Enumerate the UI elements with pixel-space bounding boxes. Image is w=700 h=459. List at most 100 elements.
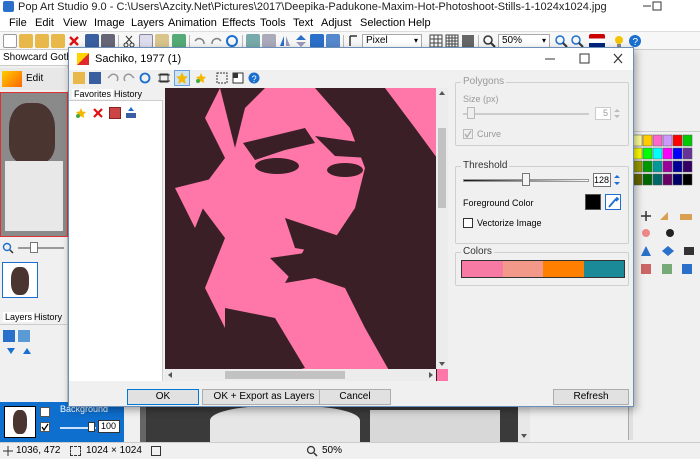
color-palette[interactable] (632, 134, 696, 192)
palette-color-cell[interactable] (672, 173, 683, 186)
menu-effects[interactable]: Effects (222, 17, 255, 29)
move-down-icon[interactable] (6, 346, 16, 356)
color-swatch-2[interactable] (502, 261, 543, 277)
vectorize-checkbox[interactable] (463, 218, 473, 228)
polygon-size-slider[interactable] (463, 113, 589, 115)
crop-icon[interactable] (246, 34, 260, 48)
palette-color-cell[interactable] (632, 173, 643, 186)
tab-dialog-history[interactable]: History (114, 89, 142, 99)
maximize-icon[interactable] (650, 0, 664, 12)
dialog-redo-icon[interactable] (123, 72, 135, 84)
grid-fine-icon[interactable] (461, 34, 475, 48)
color-swatch-3[interactable] (543, 261, 584, 277)
palette-color-cell[interactable] (632, 147, 643, 160)
polygon-size-spinner[interactable] (613, 107, 621, 120)
dialog-refresh-icon[interactable] (139, 72, 151, 84)
edit-button[interactable]: Edit (0, 68, 68, 90)
palette-color-cell[interactable] (632, 134, 643, 147)
undo-icon[interactable] (193, 34, 207, 48)
refresh-icon[interactable] (225, 34, 239, 48)
redo-icon[interactable] (209, 34, 223, 48)
browse-icon[interactable] (51, 34, 65, 48)
compare-icon[interactable] (232, 72, 244, 84)
palette-color-cell[interactable] (662, 173, 673, 186)
new-layer-icon[interactable] (3, 330, 15, 342)
background-layer-row[interactable]: Background 100 (0, 402, 124, 442)
color-swatch-strip[interactable] (461, 260, 625, 278)
palette-color-cell[interactable] (642, 160, 653, 173)
dialog-undo-icon[interactable] (107, 72, 119, 84)
tool-row-2[interactable] (640, 227, 696, 239)
grid-dense-icon[interactable] (445, 34, 459, 48)
print-icon[interactable] (101, 34, 115, 48)
layer-lock-checkbox[interactable] (40, 422, 50, 432)
palette-color-cell[interactable] (662, 160, 673, 173)
tool-row-3[interactable] (640, 245, 696, 257)
rotate-icon[interactable] (310, 34, 324, 48)
copy-icon[interactable] (139, 34, 153, 48)
menu-help[interactable]: Help (408, 17, 431, 29)
foreground-color-swatch[interactable] (585, 194, 601, 210)
palette-color-cell[interactable] (652, 147, 663, 160)
pointer-mode-icon[interactable] (347, 34, 361, 48)
ok-export-layers-button[interactable]: OK + Export as Layers (202, 389, 326, 405)
tip-lightbulb-icon[interactable] (612, 34, 626, 48)
palette-color-cell[interactable] (682, 134, 693, 147)
refresh-button[interactable]: Refresh (553, 389, 629, 405)
palette-color-cell[interactable] (682, 147, 693, 160)
font-selector[interactable]: Showcard Gothic (0, 50, 79, 66)
color-swatch-4[interactable] (583, 261, 624, 277)
random-effect-icon[interactable] (195, 72, 207, 84)
palette-color-cell[interactable] (672, 134, 683, 147)
menu-view[interactable]: View (63, 17, 87, 29)
dialog-minimize-icon[interactable] (543, 53, 557, 65)
threshold-slider-thumb[interactable] (522, 173, 530, 186)
remove-favorite-icon[interactable] (92, 107, 104, 119)
polygon-size-input[interactable]: 5 (595, 107, 611, 120)
flip-horizontal-icon[interactable] (278, 34, 292, 48)
layer-order-icon[interactable] (326, 34, 340, 48)
menu-text[interactable]: Text (293, 17, 313, 29)
palette-color-cell[interactable] (682, 173, 693, 186)
palette-color-cell[interactable] (672, 147, 683, 160)
crop-dialog-icon[interactable] (216, 72, 228, 84)
paste-new-icon[interactable] (172, 34, 186, 48)
preview-horizontal-scrollbar[interactable] (165, 369, 436, 381)
tab-history[interactable]: History (34, 312, 62, 322)
delete-icon[interactable] (67, 34, 81, 48)
palette-color-cell[interactable] (642, 173, 653, 186)
palette-color-cell[interactable] (642, 147, 653, 160)
dialog-maximize-icon[interactable] (577, 53, 591, 65)
grid-icon[interactable] (429, 34, 443, 48)
menu-file[interactable]: File (9, 17, 27, 29)
ok-button[interactable]: OK (127, 389, 199, 405)
tab-layers[interactable]: Layers (3, 312, 35, 322)
save-preset-icon[interactable] (89, 72, 101, 84)
menu-adjust[interactable]: Adjust (321, 17, 352, 29)
dialog-close-icon[interactable] (611, 53, 625, 65)
layer-visibility-icon[interactable] (40, 407, 50, 417)
effect-preview[interactable] (165, 88, 448, 381)
cancel-button[interactable]: Cancel (319, 389, 391, 405)
canvas-scrollbar[interactable] (518, 404, 530, 442)
zoom-slider[interactable] (18, 247, 64, 249)
layer-style-icon[interactable] (18, 330, 30, 342)
palette-color-cell[interactable] (652, 173, 663, 186)
palette-color-cell[interactable] (652, 160, 663, 173)
palette-color-cell[interactable] (642, 134, 653, 147)
move-up-icon[interactable] (22, 346, 32, 356)
dialog-help-icon[interactable]: ? (248, 72, 260, 84)
pixel-mode-select[interactable]: Pixel ▾ (362, 34, 422, 48)
threshold-spinner[interactable] (613, 173, 621, 187)
palette-color-cell[interactable] (662, 134, 673, 147)
menu-edit[interactable]: Edit (35, 17, 54, 29)
resize-icon[interactable] (262, 34, 276, 48)
palette-color-cell[interactable] (652, 134, 663, 147)
language-flag-icon[interactable] (589, 34, 605, 48)
menu-animation[interactable]: Animation (168, 17, 217, 29)
fit-view-icon[interactable] (158, 72, 170, 84)
paste-icon[interactable] (155, 34, 169, 48)
menu-layers[interactable]: Layers (131, 17, 164, 29)
eyedropper-button[interactable] (605, 194, 621, 210)
tab-favorites[interactable]: Favorites (72, 89, 114, 99)
